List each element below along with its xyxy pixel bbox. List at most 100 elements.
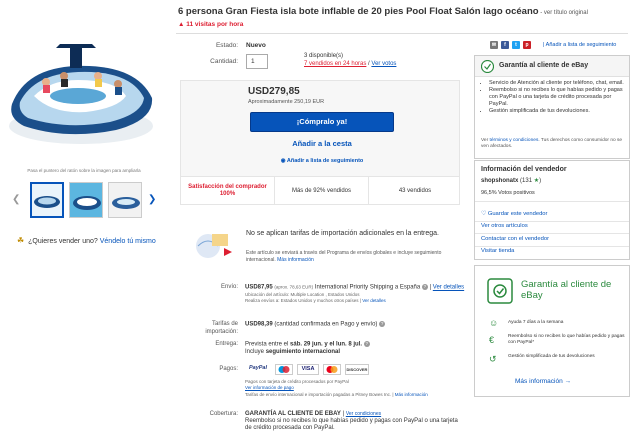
quantity-input[interactable]: 1: [246, 54, 268, 69]
facebook-icon[interactable]: f: [501, 41, 509, 49]
banner-more-link[interactable]: Más información →: [515, 378, 571, 385]
chevron-left-icon[interactable]: ❮: [12, 194, 20, 205]
banner-row: Ayuda 7 días a la semana: [508, 320, 564, 325]
import-desc-text: Este artículo se enviará a través del Pr…: [246, 250, 442, 263]
fire-icon: ▲: [178, 21, 185, 28]
twitter-icon[interactable]: t: [512, 41, 520, 49]
delivery-label: Entrega:: [215, 341, 238, 347]
guarantee-list: Servicio de Atención al cliente por telé…: [489, 80, 627, 115]
price-tag-icon: ☘: [17, 236, 25, 245]
import-fees-label: Tarifas de importación:: [205, 321, 238, 335]
sell-question: ¿Quieres vender uno?: [28, 238, 98, 245]
shipping-service: International Priority Shipping a España: [314, 284, 421, 291]
see-reviews-link[interactable]: Ver votos: [371, 61, 396, 67]
payment-notes: Pagos con tarjeta de crédito procesados …: [245, 379, 465, 398]
buy-now-button[interactable]: ¡Cómpralo ya!: [250, 112, 394, 132]
delivery-dates: sáb. 29 jun. y el lun. 8 jul.: [290, 341, 363, 348]
payments-label: Pagos:: [219, 366, 238, 372]
save-seller-label: Guardar este vendedor: [487, 211, 548, 217]
guarantee-terms-link[interactable]: términos y condiciones: [490, 138, 539, 143]
guarantee-item: Reembolso si no recibes lo que habías pe…: [489, 87, 627, 108]
import-payment-note: Tarifas de envío internacional e importa…: [245, 392, 392, 397]
stats-bar: Satisfacción del comprador 100% Más de 9…: [180, 177, 460, 205]
add-to-cart-button[interactable]: Añadir a la cesta: [250, 136, 394, 151]
view-original-title-link[interactable]: - ver título original: [539, 10, 588, 16]
payment-info-link[interactable]: Ver información de pago: [245, 385, 294, 390]
thumbnail[interactable]: [69, 182, 103, 218]
ships-to-details-link[interactable]: Ver detalles: [362, 298, 386, 303]
sold-count: 43 vendidos: [398, 187, 432, 194]
discover-logo: DISCOVER: [345, 364, 369, 375]
seller-score[interactable]: (131: [520, 178, 532, 184]
ships-to: Realiza envíos a: Estados Unidos y mucho…: [245, 298, 386, 304]
euro-icon: €: [489, 335, 495, 345]
sell-one-prompt: ☘ ¿Quieres vender uno? Véndelo tú mismo: [17, 236, 156, 245]
import-fees: USD98,39 (cantidad confirmada en Pago y …: [245, 321, 386, 329]
thumbnail[interactable]: [108, 182, 142, 218]
help-icon[interactable]: ?: [421, 284, 428, 290]
main-product-image[interactable]: [6, 8, 156, 160]
seller-positive: 96,5% Votos positivos: [481, 190, 535, 196]
shipping-approx: (aprox. 78,63 EUR): [274, 284, 314, 290]
percent-sold: Más de 92% vendidos: [275, 177, 369, 205]
guarantee-shield-icon: [481, 60, 494, 73]
save-seller-link[interactable]: ♡ Guardar este vendedor: [481, 211, 547, 217]
heart-icon: ♡: [481, 211, 487, 217]
chevron-right-icon[interactable]: ❯: [148, 194, 156, 205]
banner-title: Garantía al cliente de eBay: [521, 279, 612, 301]
divider: [475, 201, 629, 202]
visa-logo: VISA: [297, 364, 319, 375]
guarantee-item: Servicio de Atención al cliente por telé…: [489, 80, 627, 87]
import-fees-amount: USD98,39: [245, 321, 273, 328]
banner-more-label: Más información: [515, 378, 563, 385]
guarantee-footnote: Ver términos y condiciones. Tus derechos…: [481, 138, 627, 150]
coverage-desc: Reembolso si no recibes lo que habías pe…: [245, 418, 458, 431]
arrow-right-icon: →: [564, 378, 572, 385]
sold-24h-link[interactable]: 7 vendidos en 24 horas: [304, 61, 366, 67]
guarantee-badge-icon: [487, 278, 513, 304]
hot-text: 11 visitas por hora: [186, 21, 244, 28]
coverage-title: GARANTÍA AL CLIENTE DE EBAY: [245, 411, 341, 417]
guarantee-item: Gestión simplificada de tus devoluciones…: [489, 108, 627, 115]
global-shipping-icon: [194, 228, 234, 260]
zoom-hint: Pasa el puntero del ratón sobre la image…: [27, 168, 141, 173]
eye-icon: ◉: [280, 158, 286, 164]
contact-seller-link[interactable]: Contactar con el vendedor: [481, 236, 549, 242]
shipping-info: USD87,95 (aprox. 78,63 EUR) Internationa…: [245, 284, 465, 304]
seller-name[interactable]: shopshonatx: [481, 178, 518, 184]
add-to-watchlist-button[interactable]: ◉ Añadir a lista de seguimiento: [250, 158, 394, 164]
other-items-link[interactable]: Ver otros artículos: [481, 223, 528, 229]
sell-it-link[interactable]: Véndelo tú mismo: [100, 238, 156, 245]
email-icon[interactable]: ✉: [490, 41, 498, 49]
guarantee-foot-pre: Ver: [481, 138, 490, 143]
guarantee-box: Garantía al cliente de eBay Servicio de …: [474, 55, 630, 159]
help-icon[interactable]: ?: [379, 321, 386, 327]
sidebar-watchlist-link[interactable]: | Añadir a lista de seguimiento: [543, 42, 616, 48]
quantity-label: Cantidad:: [210, 58, 238, 65]
pinterest-icon[interactable]: p: [523, 41, 531, 49]
guarantee-header: Garantía al cliente de eBay: [475, 56, 629, 77]
delivery-tracking: seguimiento internacional: [265, 349, 341, 356]
thumbnail[interactable]: [30, 182, 64, 218]
condition-label: Estado:: [215, 42, 238, 49]
seller-line: shopshonatx (131 ★): [481, 177, 541, 184]
help-icon[interactable]: ?: [363, 341, 370, 347]
delivery-info: Prevista entre el sáb. 29 jun. y el lun.…: [245, 341, 465, 357]
divider: [475, 233, 629, 234]
seller-box: Información del vendedor shopshonatx (13…: [474, 160, 630, 260]
import-more-link[interactable]: Más información: [277, 257, 314, 263]
paypal-logo: PayPal: [245, 364, 271, 375]
availability: 3 disponible(s) 7 vendidos en 24 horas /…: [304, 52, 396, 68]
visit-store-link[interactable]: Visitar tienda: [481, 248, 514, 254]
maestro-logo: [275, 364, 293, 375]
mastercard-logo: [323, 364, 341, 375]
import-payment-more-link[interactable]: Más información: [395, 392, 428, 397]
coverage-terms-link[interactable]: Ver condiciones: [346, 411, 381, 417]
delivery-post: Incluye: [245, 349, 266, 356]
add-to-watchlist-label: Añadir a lista de seguimiento: [286, 158, 364, 164]
shipping-label: Envío:: [220, 284, 238, 290]
listing-title: 6 persona Gran Fiesta isla bote inflable…: [178, 6, 628, 19]
shipping-details-link[interactable]: Ver detalles: [433, 285, 464, 291]
listing-title-text: 6 persona Gran Fiesta isla bote inflable…: [178, 6, 539, 17]
support-icon: ☺: [489, 318, 499, 328]
